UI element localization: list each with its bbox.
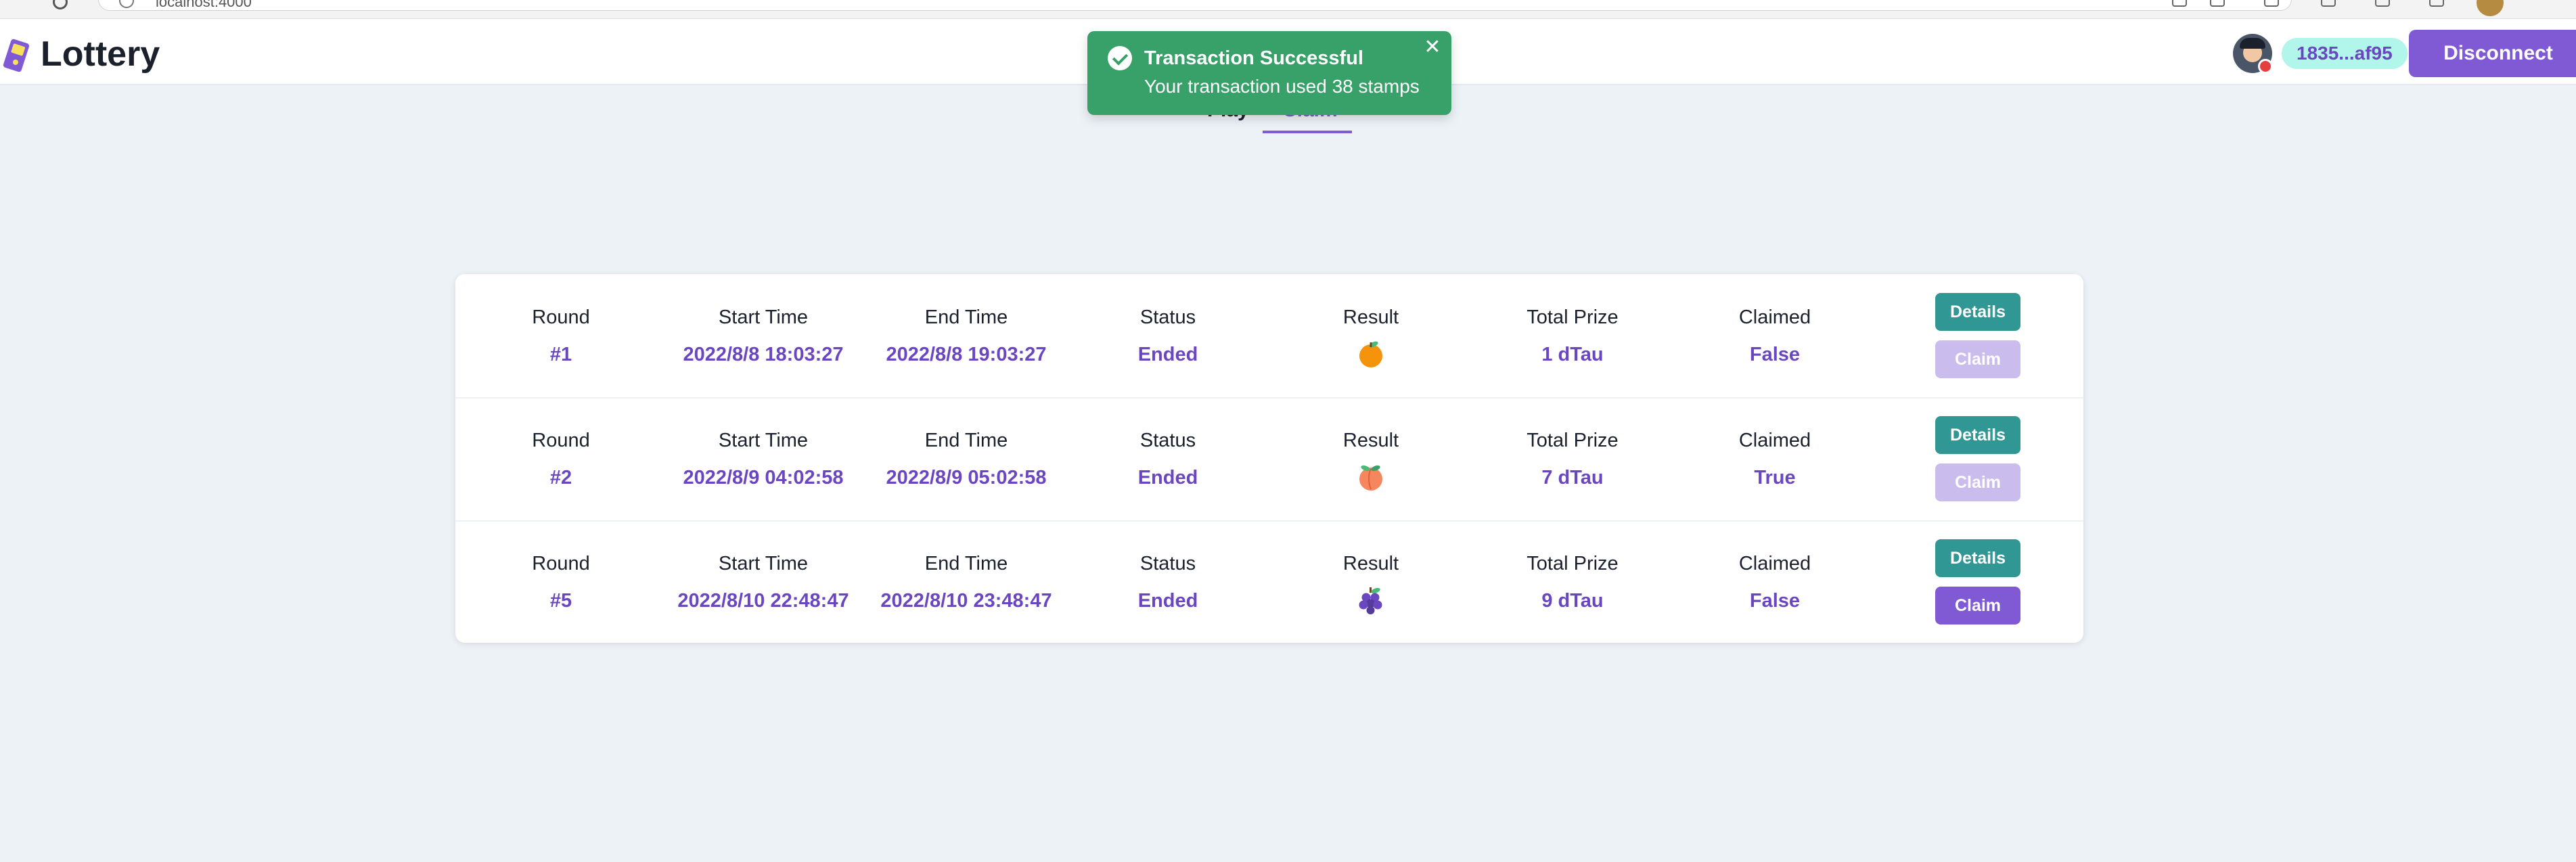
url-text: localhost:4000	[156, 0, 252, 10]
round-label: Round	[532, 307, 590, 328]
start-time-value: 2022/8/9 04:02:58	[683, 467, 844, 489]
total-prize-value: 9 dTau	[1541, 590, 1604, 612]
start-time-label: Start Time	[718, 553, 809, 574]
favorites-icon[interactable]	[2264, 0, 2279, 7]
end-time-value: 2022/8/10 23:48:47	[880, 590, 1052, 612]
check-circle-icon	[1108, 46, 1132, 70]
toast-title: Transaction Successful	[1144, 47, 1363, 69]
close-icon[interactable]: ✕	[1422, 37, 1443, 58]
network-status-dot	[2258, 59, 2273, 74]
end-time-label: End Time	[924, 553, 1008, 574]
claim-button[interactable]: Claim	[1935, 340, 2020, 378]
app-logo-text[interactable]: Lottery	[41, 34, 160, 74]
claimed-value: False	[1749, 590, 1801, 612]
result-label: Result	[1342, 307, 1399, 328]
active-tab-indicator	[1263, 131, 1352, 133]
result-label: Result	[1342, 430, 1399, 451]
claimed-label: Claimed	[1738, 553, 1811, 574]
start-time-label: Start Time	[718, 307, 809, 328]
claim-rounds-card: Round #1 Start Time 2022/8/8 18:03:27 En…	[455, 274, 2083, 643]
browser-profile-avatar[interactable]	[2477, 0, 2504, 16]
browser-toolbar: localhost:4000	[0, 0, 2576, 19]
reload-icon[interactable]	[53, 0, 68, 9]
orange-icon	[1359, 341, 1382, 367]
details-button[interactable]: Details	[1935, 416, 2020, 454]
wallet-address-badge[interactable]: 1835...af95	[2282, 38, 2408, 69]
start-time-value: 2022/8/8 18:03:27	[683, 344, 844, 365]
claim-button[interactable]: Claim	[1935, 587, 2020, 625]
round-number: #2	[549, 467, 572, 489]
status-label: Status	[1139, 553, 1196, 574]
result-label: Result	[1342, 553, 1399, 574]
start-time-label: Start Time	[718, 430, 809, 451]
downloads-icon[interactable]	[2429, 0, 2444, 7]
status-value: Ended	[1137, 467, 1198, 489]
status-value: Ended	[1137, 590, 1198, 612]
round-number: #1	[549, 344, 572, 365]
total-prize-value: 1 dTau	[1541, 344, 1604, 365]
total-prize-label: Total Prize	[1527, 430, 1619, 451]
end-time-value: 2022/8/8 19:03:27	[886, 344, 1047, 365]
read-aloud-icon[interactable]	[2172, 0, 2187, 7]
round-number: #5	[549, 590, 572, 612]
round-row: Round #1 Start Time 2022/8/8 18:03:27 En…	[455, 274, 2083, 399]
status-label: Status	[1139, 307, 1196, 328]
claimed-label: Claimed	[1738, 307, 1811, 328]
claimed-value: True	[1754, 467, 1796, 489]
round-row: Round #2 Start Time 2022/8/9 04:02:58 En…	[455, 397, 2083, 522]
collections-icon[interactable]	[2375, 0, 2390, 7]
status-label: Status	[1139, 430, 1196, 451]
success-toast: Transaction Successful Your transaction …	[1087, 31, 1451, 115]
claimed-value: False	[1749, 344, 1801, 365]
end-time-label: End Time	[924, 430, 1008, 451]
details-button[interactable]: Details	[1935, 293, 2020, 331]
total-prize-label: Total Prize	[1527, 307, 1619, 328]
details-button[interactable]: Details	[1935, 539, 2020, 577]
end-time-value: 2022/8/9 05:02:58	[886, 467, 1047, 489]
claim-button[interactable]: Claim	[1935, 463, 2020, 501]
round-row: Round #5 Start Time 2022/8/10 22:48:47 E…	[455, 520, 2083, 643]
claimed-label: Claimed	[1738, 430, 1811, 451]
grapes-icon	[1359, 587, 1382, 614]
peach-icon	[1359, 465, 1382, 491]
round-label: Round	[532, 553, 590, 574]
disconnect-button[interactable]: Disconnect	[2409, 30, 2576, 77]
total-prize-value: 7 dTau	[1541, 467, 1604, 489]
start-time-value: 2022/8/10 22:48:47	[677, 590, 849, 612]
total-prize-label: Total Prize	[1527, 553, 1619, 574]
address-bar[interactable]	[98, 0, 2292, 11]
reader-view-icon[interactable]	[2210, 0, 2225, 7]
toast-description: Your transaction used 38 stamps	[1144, 76, 1420, 97]
status-value: Ended	[1137, 344, 1198, 365]
end-time-label: End Time	[924, 307, 1008, 328]
round-label: Round	[532, 430, 590, 451]
lottery-ticket-icon	[3, 39, 30, 72]
extensions-icon[interactable]	[2321, 0, 2336, 7]
